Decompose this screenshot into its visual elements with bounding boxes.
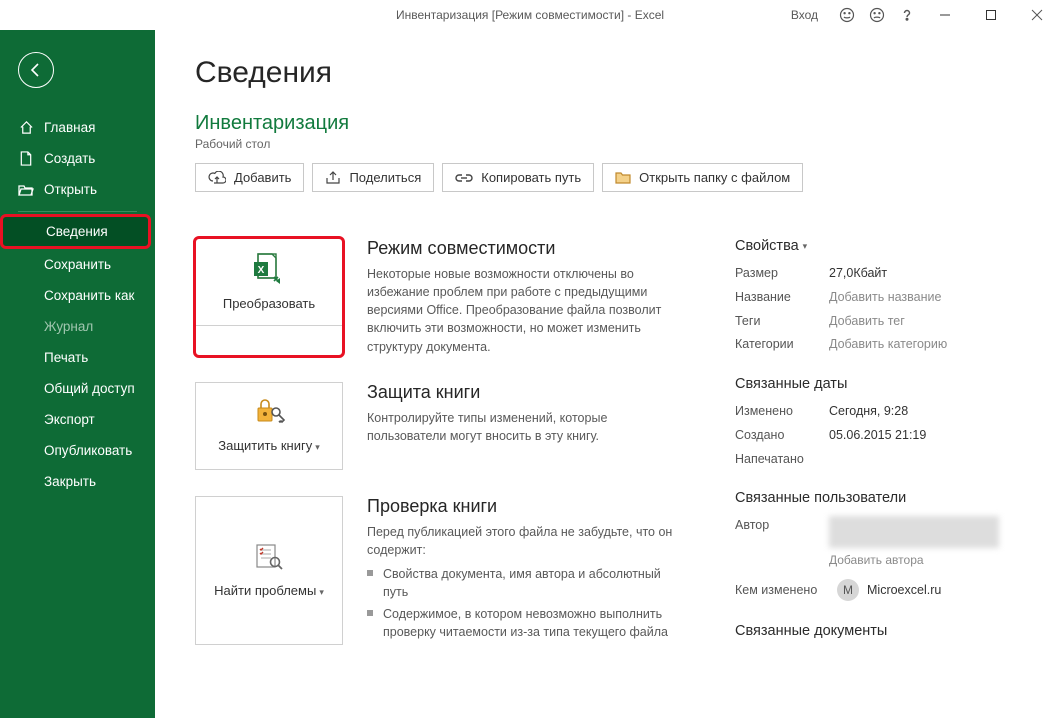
prop-label: Кем изменено — [735, 583, 829, 597]
home-icon — [18, 120, 34, 135]
titlebar: Инвентаризация [Режим совместимости] - E… — [0, 0, 1060, 30]
related-dates-heading: Связанные даты — [735, 376, 1015, 392]
add-title-link[interactable]: Добавить название — [829, 288, 941, 307]
convert-button[interactable]: X Преобразовать — [195, 238, 343, 326]
inspect-bullet: Свойства документа, имя автора и абсолют… — [367, 565, 675, 601]
checklist-search-icon — [253, 542, 285, 577]
sidebar-item-open[interactable]: Открыть — [0, 174, 155, 205]
sidebar-item-close[interactable]: Закрыть — [0, 466, 155, 497]
add-author-link[interactable]: Добавить автора — [829, 553, 1015, 567]
sidebar-item-share[interactable]: Общий доступ — [0, 373, 155, 404]
add-tag-link[interactable]: Добавить тег — [829, 312, 905, 331]
chevron-down-icon: ▾ — [315, 442, 320, 452]
sidebar-separator — [18, 211, 137, 212]
svg-text:X: X — [258, 265, 265, 276]
card-label: Найти проблемы▾ — [214, 583, 324, 600]
sidebar-label: Журнал — [44, 319, 93, 334]
prop-value: Сегодня, 9:28 — [829, 402, 908, 421]
close-button[interactable] — [1014, 0, 1060, 30]
sidebar-item-publish[interactable]: Опубликовать — [0, 435, 155, 466]
chevron-down-icon: ▾ — [803, 241, 808, 252]
author-name-redacted — [829, 516, 999, 548]
main-panel: Сведения Инвентаризация Рабочий стол Доб… — [155, 30, 1060, 718]
help-icon[interactable] — [892, 0, 922, 30]
sidebar-item-print[interactable]: Печать — [0, 342, 155, 373]
add-category-link[interactable]: Добавить категорию — [829, 335, 947, 354]
sidebar-label: Создать — [44, 151, 95, 166]
inspect-bullet: Содержимое, в котором невозможно выполни… — [367, 605, 675, 641]
folder-open-icon — [18, 183, 34, 197]
back-button[interactable] — [18, 52, 54, 88]
prop-label: Напечатано — [735, 450, 829, 469]
document-location: Рабочий стол — [195, 137, 1038, 151]
sidebar-item-new[interactable]: Создать — [0, 143, 155, 174]
properties-dropdown[interactable]: Свойства▾ — [735, 238, 1015, 254]
face-sad-icon[interactable] — [862, 0, 892, 30]
document-name: Инвентаризация — [195, 112, 1038, 135]
sidebar-label: Опубликовать — [44, 443, 132, 458]
open-folder-button[interactable]: Открыть папку с файлом — [602, 163, 803, 192]
sidebar-item-save[interactable]: Сохранить — [0, 249, 155, 280]
sidebar-label: Главная — [44, 120, 95, 135]
inspect-desc: Перед публикацией этого файла не забудьт… — [367, 523, 675, 559]
minimize-button[interactable] — [922, 0, 968, 30]
lock-key-icon — [252, 397, 286, 432]
prop-value: 27,0Кбайт — [829, 264, 887, 283]
sidebar-label: Сохранить как — [44, 288, 134, 303]
folder-icon — [615, 171, 631, 184]
inspect-title: Проверка книги — [367, 496, 675, 517]
sidebar-label: Экспорт — [44, 412, 95, 427]
prop-label: Создано — [735, 426, 829, 445]
sidebar-item-history: Журнал — [0, 311, 155, 342]
sidebar-label: Сохранить — [44, 257, 111, 272]
chevron-down-icon: ▾ — [319, 587, 324, 597]
prop-label: Теги — [735, 312, 829, 331]
prop-label: Размер — [735, 264, 829, 283]
sidebar-label: Общий доступ — [44, 381, 135, 396]
avatar: M — [837, 579, 859, 601]
prop-label: Изменено — [735, 402, 829, 421]
modified-by-name: Microexcel.ru — [867, 583, 941, 597]
share-icon — [325, 171, 341, 185]
share-button[interactable]: Поделиться — [312, 163, 434, 192]
compat-title: Режим совместимости — [367, 238, 675, 259]
login-link[interactable]: Вход — [785, 8, 832, 22]
excel-convert-icon: X — [252, 251, 286, 290]
prop-label: Автор — [735, 516, 829, 548]
protect-workbook-button[interactable]: Защитить книгу▾ — [195, 382, 343, 470]
link-icon — [455, 173, 473, 183]
protect-title: Защита книги — [367, 382, 675, 403]
face-smile-icon[interactable] — [832, 0, 862, 30]
page-title: Сведения — [195, 56, 1038, 90]
card-label: Преобразовать — [223, 296, 315, 313]
card-label: Защитить книгу▾ — [218, 438, 320, 455]
compat-desc: Некоторые новые возможности отключены во… — [367, 265, 675, 356]
sidebar-item-saveas[interactable]: Сохранить как — [0, 280, 155, 311]
prop-label: Категории — [735, 335, 829, 354]
sidebar-item-home[interactable]: Главная — [0, 112, 155, 143]
related-users-heading: Связанные пользователи — [735, 490, 1015, 506]
sidebar-label: Сведения — [46, 224, 108, 239]
prop-value: 05.06.2015 21:19 — [829, 426, 926, 445]
sidebar-label: Закрыть — [44, 474, 96, 489]
maximize-button[interactable] — [968, 0, 1014, 30]
protect-desc: Контролируйте типы изменений, которые по… — [367, 409, 675, 445]
related-docs-heading: Связанные документы — [735, 623, 1015, 639]
cloud-upload-icon — [208, 171, 226, 185]
sidebar-label: Открыть — [44, 182, 97, 197]
sidebar-item-info[interactable]: Сведения — [2, 216, 149, 247]
prop-label: Название — [735, 288, 829, 307]
new-doc-icon — [18, 151, 34, 166]
sidebar-item-export[interactable]: Экспорт — [0, 404, 155, 435]
backstage-sidebar: Главная Создать Открыть Сведения Сохрани… — [0, 30, 155, 718]
sidebar-label: Печать — [44, 350, 88, 365]
upload-add-button[interactable]: Добавить — [195, 163, 304, 192]
find-issues-button[interactable]: Найти проблемы▾ — [195, 496, 343, 646]
copy-path-button[interactable]: Копировать путь — [442, 163, 594, 192]
